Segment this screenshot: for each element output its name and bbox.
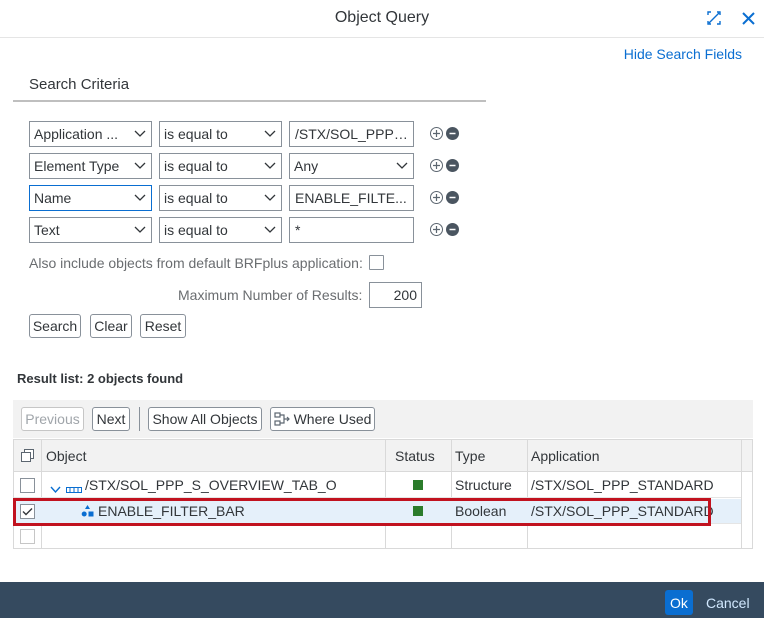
type-cell: Structure (455, 477, 512, 493)
remove-row-icon[interactable] (446, 191, 459, 204)
criteria-operator-select-4[interactable]: is equal to (159, 217, 282, 243)
criteria-value-text: /STX/SOL_PPP_... (295, 126, 413, 142)
ok-button[interactable]: Ok (665, 590, 693, 615)
chevron-down-icon[interactable] (50, 481, 61, 497)
criteria-operator-value: is equal to (164, 126, 228, 142)
criteria-field-value: Application ... (34, 126, 119, 142)
criteria-operator-value: is equal to (164, 222, 228, 238)
criteria-row-actions (430, 127, 459, 140)
max-results-input[interactable]: 200 (369, 282, 422, 308)
criteria-operator-select-2[interactable]: is equal to (159, 153, 282, 179)
where-used-icon (273, 412, 290, 426)
search-button[interactable]: Search (29, 314, 81, 338)
criteria-value-text: ENABLE_FILTE... (295, 190, 407, 206)
status-active-icon (413, 480, 423, 490)
criteria-field-value: Name (34, 190, 72, 206)
criteria-value-select-2[interactable]: Any (289, 153, 414, 179)
include-default-label: Also include objects from default BRFplu… (29, 255, 363, 271)
max-results-label: Maximum Number of Results: (178, 287, 363, 303)
previous-button[interactable]: Previous (21, 407, 84, 431)
row-checkbox[interactable] (20, 478, 35, 493)
where-used-label: Where Used (293, 411, 372, 427)
hide-search-fields-link[interactable]: Hide Search Fields (624, 46, 742, 62)
next-button[interactable]: Next (92, 407, 130, 431)
criteria-row-actions (430, 191, 459, 204)
dialog-footer (0, 582, 764, 618)
criteria-field-select-3[interactable]: Name (29, 185, 152, 211)
remove-row-icon[interactable] (446, 223, 459, 236)
criteria-field-select-2[interactable]: Element Type (29, 153, 152, 179)
chevron-down-icon (259, 218, 281, 242)
add-row-icon[interactable] (430, 223, 443, 236)
row-checkbox[interactable] (20, 529, 35, 544)
select-all-icon[interactable] (21, 449, 34, 465)
criteria-value-input-4[interactable]: * (289, 217, 414, 243)
add-row-icon[interactable] (430, 191, 443, 204)
show-all-objects-button[interactable]: Show All Objects (148, 407, 262, 431)
where-used-button[interactable]: Where Used (270, 407, 375, 431)
column-header-status[interactable]: Status (395, 448, 435, 464)
column-header-object[interactable]: Object (46, 448, 86, 464)
chevron-down-icon (129, 154, 151, 178)
criteria-field-select-1[interactable]: Application ... (29, 121, 152, 147)
chevron-down-icon (259, 186, 281, 210)
criteria-value-text: * (295, 222, 301, 238)
table-row[interactable]: ENABLE_FILTER_BAR Boolean /STX/SOL_PPP_S… (14, 499, 741, 524)
table-row[interactable] (14, 525, 741, 550)
criteria-operator-select-3[interactable]: is equal to (159, 185, 282, 211)
add-row-icon[interactable] (430, 159, 443, 172)
chevron-down-icon (391, 154, 413, 178)
column-header-application[interactable]: Application (531, 448, 600, 464)
criteria-row-actions (430, 159, 459, 172)
reset-button[interactable]: Reset (140, 314, 186, 338)
object-link[interactable]: /STX/SOL_PPP_S_OVERVIEW_TAB_O (85, 477, 337, 493)
row-checkbox[interactable] (20, 504, 35, 519)
type-cell: Boolean (455, 503, 507, 519)
application-cell: /STX/SOL_PPP_STANDARD (531, 503, 714, 519)
chevron-down-icon (129, 122, 151, 146)
clear-button[interactable]: Clear (90, 314, 132, 338)
criteria-row-actions (430, 223, 459, 236)
criteria-field-select-4[interactable]: Text (29, 217, 152, 243)
criteria-value-input-3[interactable]: ENABLE_FILTE... (289, 185, 414, 211)
criteria-field-value: Element Type (34, 158, 120, 174)
dialog-title: Object Query (334, 9, 430, 26)
add-row-icon[interactable] (430, 127, 443, 140)
status-active-icon (413, 506, 423, 516)
column-header-type[interactable]: Type (455, 448, 485, 464)
chevron-down-icon (129, 218, 151, 242)
table-header (14, 440, 752, 472)
criteria-operator-select-1[interactable]: is equal to (159, 121, 282, 147)
results-table: Object Status Type Application /STX/SOL_… (13, 439, 753, 549)
structure-icon (66, 481, 82, 497)
result-list-title: Result list: 2 objects found (17, 371, 184, 386)
cancel-button[interactable]: Cancel (701, 590, 755, 615)
criteria-value-text: Any (294, 158, 319, 174)
application-cell: /STX/SOL_PPP_STANDARD (531, 477, 714, 493)
include-default-checkbox[interactable] (369, 255, 384, 270)
remove-row-icon[interactable] (446, 159, 459, 172)
checkmark-icon (22, 508, 33, 516)
chevron-down-icon (129, 186, 151, 210)
chevron-down-icon (259, 122, 281, 146)
table-row[interactable]: /STX/SOL_PPP_S_OVERVIEW_TAB_O Structure … (14, 473, 741, 498)
criteria-operator-value: is equal to (164, 190, 228, 206)
criteria-value-input-1[interactable]: /STX/SOL_PPP_... (289, 121, 414, 147)
object-link[interactable]: ENABLE_FILTER_BAR (98, 503, 245, 519)
toolbar-separator (139, 407, 140, 431)
close-icon[interactable] (738, 8, 758, 28)
remove-row-icon[interactable] (446, 127, 459, 140)
boolean-element-icon (81, 504, 94, 520)
search-criteria-title: Search Criteria (29, 76, 130, 93)
section-divider (13, 100, 486, 102)
criteria-operator-value: is equal to (164, 158, 228, 174)
maximize-icon[interactable] (704, 8, 724, 28)
max-results-value: 200 (393, 287, 417, 303)
chevron-down-icon (259, 154, 281, 178)
criteria-field-value: Text (34, 222, 60, 238)
